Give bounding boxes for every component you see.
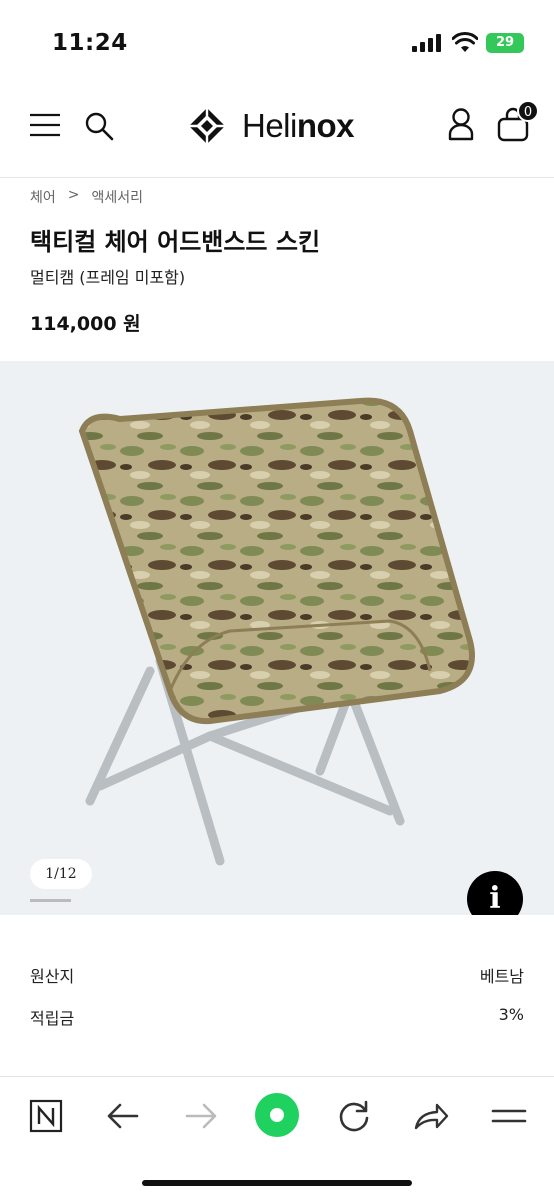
spec-label: 적립금 xyxy=(30,1009,75,1028)
image-counter: 1/12 xyxy=(30,859,92,889)
cart-count-badge: 0 xyxy=(517,100,539,122)
spec-value: 베트남 xyxy=(479,967,524,986)
wifi-icon xyxy=(452,32,478,52)
breadcrumb: 체어 > 액세서리 xyxy=(30,187,143,207)
user-account-icon[interactable] xyxy=(446,107,476,141)
spec-row-origin: 원산지 베트남 xyxy=(30,963,524,987)
search-icon[interactable] xyxy=(84,111,114,141)
product-subtitle: 멀티캠 (프레임 미포함) xyxy=(30,268,186,287)
helinox-logo-mark-icon xyxy=(189,108,225,144)
home-indicator xyxy=(142,1180,412,1186)
spec-value: 3% xyxy=(498,1005,524,1024)
battery-indicator: 29 xyxy=(486,33,524,53)
status-time: 11:24 xyxy=(52,30,128,56)
logo-text: Helinox xyxy=(242,107,355,145)
share-icon[interactable] xyxy=(411,1096,451,1136)
cellular-signal-icon xyxy=(412,34,441,52)
reload-icon[interactable] xyxy=(334,1096,374,1136)
product-title: 택티컬 체어 어드밴스드 스킨 xyxy=(30,228,321,256)
info-button[interactable]: i xyxy=(467,871,523,915)
green-dot-icon[interactable] xyxy=(254,1092,300,1138)
product-image-gallery[interactable]: 1/12 i xyxy=(0,361,554,915)
logo-text-bold: nox xyxy=(296,107,355,144)
forward-arrow-icon[interactable] xyxy=(181,1096,221,1136)
image-progress-bar xyxy=(30,899,71,902)
product-image-camo-chair xyxy=(78,397,475,866)
breadcrumb-separator: > xyxy=(67,187,80,203)
status-bar: 11:24 29 xyxy=(0,0,554,80)
back-arrow-icon[interactable] xyxy=(103,1096,143,1136)
menu-lines-icon[interactable] xyxy=(489,1096,529,1136)
breadcrumb-item-chair[interactable]: 체어 xyxy=(30,187,56,207)
helinox-logo[interactable]: Helinox xyxy=(188,104,355,148)
logo-text-regular: Heli xyxy=(242,107,297,144)
spec-row-points: 적립금 3% xyxy=(30,1005,524,1029)
hamburger-menu-icon[interactable] xyxy=(29,112,61,138)
site-header: Helinox 0 xyxy=(0,80,554,178)
breadcrumb-item-accessories[interactable]: 액세서리 xyxy=(92,187,144,207)
naver-n-icon[interactable] xyxy=(26,1096,66,1136)
spec-label: 원산지 xyxy=(30,967,75,986)
product-price: 114,000 원 xyxy=(30,313,141,335)
